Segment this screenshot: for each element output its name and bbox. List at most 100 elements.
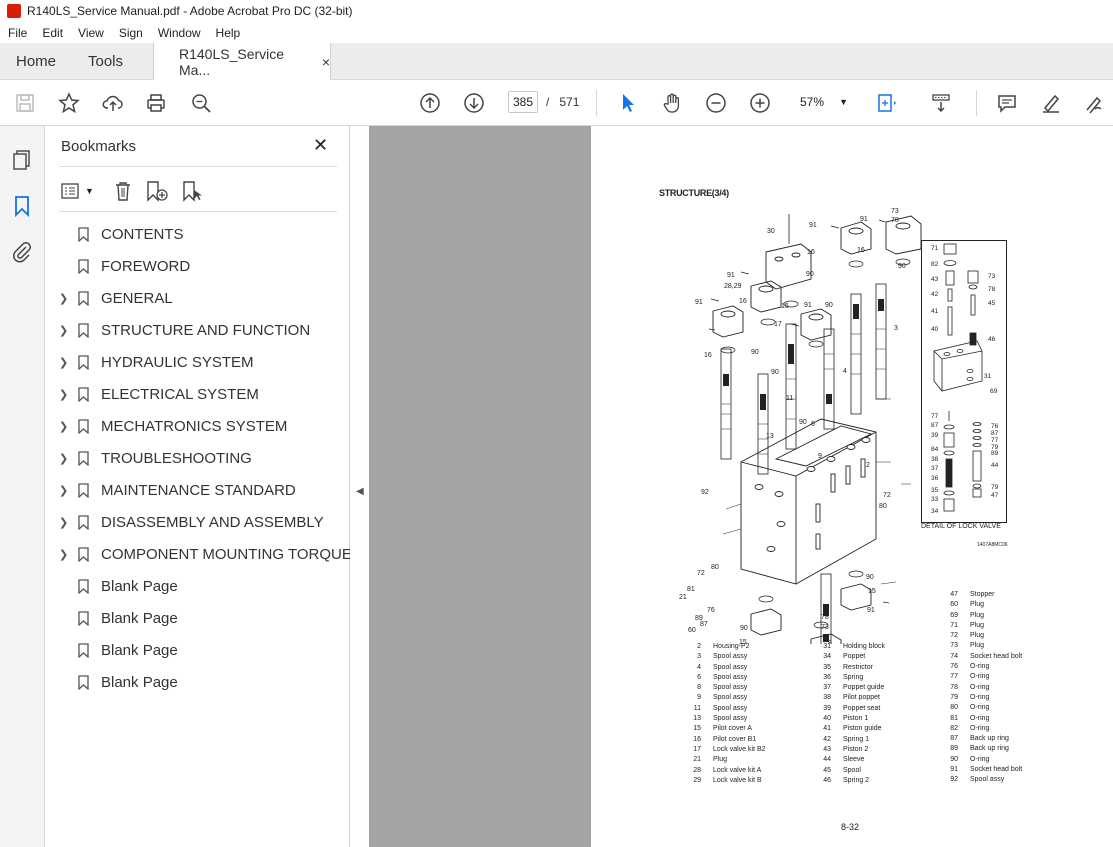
part-name: Pilot cover B1 xyxy=(713,735,757,743)
part-number: 60 xyxy=(950,601,958,609)
chevron-right-icon[interactable]: ❯ xyxy=(59,548,69,561)
document-viewer[interactable]: STRUCTURE(3/4) 91 16 92 16 28,29 91 30 9… xyxy=(369,126,1113,847)
new-bookmark-icon[interactable] xyxy=(145,178,169,204)
bookmark-item[interactable]: Blank Page xyxy=(45,602,350,634)
tab-tools[interactable]: Tools xyxy=(88,43,123,80)
page-total: / 571 xyxy=(546,95,580,109)
menu-help[interactable]: Help xyxy=(208,26,248,40)
cloud-upload-icon[interactable] xyxy=(100,90,126,116)
chevron-right-icon[interactable]: ❯ xyxy=(59,420,69,433)
fill-sign-icon[interactable] xyxy=(1081,90,1107,116)
parts-list-row: 16 Pilot cover B1 xyxy=(679,735,766,745)
bookmark-item[interactable]: CONTENTS xyxy=(45,218,350,250)
part-name: Lock valve kit A xyxy=(713,766,762,774)
bookmark-item[interactable]: ❯ STRUCTURE AND FUNCTION xyxy=(45,314,350,346)
zoom-level-select[interactable]: 57% ▼ xyxy=(792,91,852,113)
bookmark-item[interactable]: ❯ MECHATRONICS SYSTEM xyxy=(45,410,350,442)
svg-text:87: 87 xyxy=(700,621,708,628)
parts-list-row: 79 O-ring xyxy=(936,693,1022,703)
part-name: Back up ring xyxy=(970,735,1009,743)
scroll-mode-icon[interactable] xyxy=(928,90,954,116)
menu-window[interactable]: Window xyxy=(150,26,208,40)
svg-text:80: 80 xyxy=(879,503,887,510)
bookmark-icon xyxy=(78,418,89,434)
parts-list-row: 28 Lock valve kit A xyxy=(679,766,766,776)
menu-sign[interactable]: Sign xyxy=(111,26,150,40)
parts-list-row: 2 Housing-P2 xyxy=(679,642,766,652)
bookmark-label: MAINTENANCE STANDARD xyxy=(101,481,296,499)
parts-list-row: 34 Poppet xyxy=(809,652,885,662)
save-icon[interactable] xyxy=(12,90,38,116)
part-name: O-ring xyxy=(970,704,990,712)
delete-bookmark-icon[interactable] xyxy=(112,178,134,204)
zoom-level-value: 57% xyxy=(800,95,825,109)
part-number: 73 xyxy=(950,642,958,650)
svg-text:16: 16 xyxy=(857,247,865,254)
svg-text:84: 84 xyxy=(931,446,939,453)
parts-list-row: 40 Piston 1 xyxy=(809,714,885,724)
find-bookmark-icon[interactable] xyxy=(181,178,205,204)
bookmark-item[interactable]: ❯ HYDRAULIC SYSTEM xyxy=(45,346,350,378)
close-icon[interactable]: ✕ xyxy=(313,135,328,156)
chevron-right-icon[interactable]: ❯ xyxy=(59,516,69,529)
hand-tool-icon[interactable] xyxy=(659,90,685,116)
zoom-in-icon[interactable] xyxy=(747,90,773,116)
chevron-right-icon[interactable]: ❯ xyxy=(59,292,69,305)
bookmark-item[interactable]: ❯ DISASSEMBLY AND ASSEMBLY xyxy=(45,506,350,538)
bookmark-item[interactable]: Blank Page xyxy=(45,666,350,698)
tab-document[interactable]: R140LS_Service Ma... × xyxy=(153,43,331,81)
bookmarks-icon[interactable] xyxy=(10,194,34,218)
tab-close-icon[interactable]: × xyxy=(322,54,330,70)
bookmark-label: CONTENTS xyxy=(101,225,184,243)
bookmark-options-button[interactable]: ▼ xyxy=(61,178,94,204)
chevron-right-icon[interactable]: ❯ xyxy=(59,452,69,465)
chevron-right-icon[interactable]: ❯ xyxy=(59,324,69,337)
menu-view[interactable]: View xyxy=(70,26,111,40)
next-page-icon[interactable] xyxy=(461,90,487,116)
svg-text:44: 44 xyxy=(991,462,999,469)
fit-page-icon[interactable] xyxy=(873,90,899,116)
bookmark-item[interactable]: ❯ COMPONENT MOUNTING TORQUE xyxy=(45,538,352,570)
bookmark-icon xyxy=(78,290,89,306)
part-number: 36 xyxy=(823,673,831,681)
tab-home[interactable]: Home xyxy=(16,43,56,80)
part-name: Holding block xyxy=(843,643,886,650)
part-number: 2 xyxy=(697,643,701,650)
bookmark-item[interactable]: ❯ GENERAL xyxy=(45,282,350,314)
svg-text:69: 69 xyxy=(990,388,998,395)
pages-thumbnail-icon[interactable] xyxy=(10,148,34,172)
chevron-right-icon[interactable]: ❯ xyxy=(59,484,69,497)
comment-icon[interactable] xyxy=(994,90,1020,116)
zoom-out-icon[interactable] xyxy=(703,90,729,116)
bookmark-item[interactable]: Blank Page xyxy=(45,570,350,602)
highlight-pen-icon[interactable] xyxy=(1038,90,1064,116)
bookmark-item[interactable]: ❯ TROUBLESHOOTING xyxy=(45,442,350,474)
print-icon[interactable] xyxy=(143,90,169,116)
bookmark-item[interactable]: ❯ ELECTRICAL SYSTEM xyxy=(45,378,350,410)
previous-page-icon[interactable] xyxy=(417,90,443,116)
part-name: Plug xyxy=(970,601,985,609)
parts-list-row: 89 Back up ring xyxy=(936,744,1022,754)
part-name: Socket head bolt xyxy=(970,652,1023,660)
bookmark-item[interactable]: FOREWORD xyxy=(45,250,350,282)
bookmarks-title: Bookmarks xyxy=(61,138,137,155)
svg-text:89: 89 xyxy=(991,450,999,457)
attachments-icon[interactable] xyxy=(10,240,34,264)
chevron-right-icon[interactable]: ❯ xyxy=(59,356,69,369)
menu-file[interactable]: File xyxy=(0,26,34,40)
star-icon[interactable] xyxy=(56,90,82,116)
zoom-search-icon[interactable] xyxy=(188,90,214,116)
menu-edit[interactable]: Edit xyxy=(34,26,70,40)
part-number: 37 xyxy=(823,684,831,692)
part-name: Plug xyxy=(970,611,985,619)
part-name: Plug xyxy=(713,756,728,764)
part-number: 92 xyxy=(950,776,958,784)
part-number: 43 xyxy=(823,745,831,753)
part-number: 35 xyxy=(823,663,831,671)
bookmark-item[interactable]: Blank Page xyxy=(45,634,350,666)
panel-collapse-handle[interactable]: ◀ xyxy=(350,126,369,847)
chevron-right-icon[interactable]: ❯ xyxy=(59,388,69,401)
select-cursor-icon[interactable] xyxy=(615,90,641,116)
page-number-input[interactable]: 385 xyxy=(508,91,538,113)
bookmark-item[interactable]: ❯ MAINTENANCE STANDARD xyxy=(45,474,350,506)
